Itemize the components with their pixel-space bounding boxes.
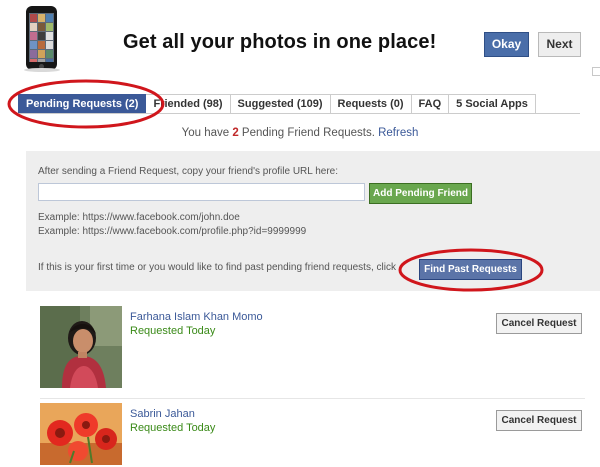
phone-thumbnail: [30, 23, 37, 31]
phone-shadow: [24, 68, 60, 72]
phone-thumbnail: [38, 32, 45, 40]
tab-social-apps[interactable]: 5 Social Apps: [449, 94, 536, 114]
scrollbar-corner: [592, 67, 600, 76]
phone-thumbnail: [46, 14, 53, 22]
phone-photo-grid: [29, 13, 54, 62]
profile-photo: [40, 306, 122, 388]
url-example-username: Example: https://www.facebook.com/john.d…: [38, 212, 240, 223]
phone-thumbnail: [30, 59, 37, 62]
next-button[interactable]: Next: [538, 32, 581, 57]
phone-app-illustration: [26, 6, 57, 70]
phone-thumbnail: [46, 41, 53, 49]
pending-status-prefix: You have: [181, 127, 233, 139]
phone-thumbnail: [38, 23, 45, 31]
request-status: Requested Today: [130, 422, 216, 434]
request-name[interactable]: Farhana Islam Khan Momo: [130, 311, 263, 323]
find-past-instruction: If this is your first time or you would …: [38, 262, 396, 273]
phone-thumbnail: [30, 50, 37, 58]
cancel-request-button[interactable]: Cancel Request: [496, 313, 582, 334]
request-row: Sabrin Jahan Requested Today Cancel Requ…: [40, 403, 585, 467]
tab-friended[interactable]: Friended (98): [146, 94, 231, 114]
phone-thumbnail: [46, 59, 53, 62]
request-row: Farhana Islam Khan Momo Requested Today …: [40, 306, 585, 390]
tab-bar-divider: [18, 113, 580, 114]
phone-thumbnail: [46, 23, 53, 31]
banner-headline: Get all your photos in one place!: [123, 31, 437, 53]
pending-status-line: You have 2 Pending Friend Requests. Refr…: [0, 127, 600, 139]
okay-button[interactable]: Okay: [484, 32, 529, 57]
phone-thumbnail: [38, 50, 45, 58]
add-pending-friend-button[interactable]: Add Pending Friend: [369, 183, 472, 204]
profile-url-input[interactable]: [38, 183, 365, 201]
pending-status-suffix: Pending Friend Requests.: [238, 127, 375, 139]
url-example-profile-id: Example: https://www.facebook.com/profil…: [38, 226, 307, 237]
tab-bar: Pending Requests (2) Friended (98) Sugge…: [18, 94, 536, 114]
find-past-requests-button[interactable]: Find Past Requests: [419, 259, 522, 280]
refresh-link[interactable]: Refresh: [378, 127, 418, 139]
avatar-sabrin[interactable]: [40, 403, 122, 465]
tab-requests[interactable]: Requests (0): [330, 94, 412, 114]
cancel-request-button[interactable]: Cancel Request: [496, 410, 582, 431]
tab-suggested[interactable]: Suggested (109): [230, 94, 331, 114]
add-pending-panel: After sending a Friend Request, copy you…: [26, 151, 600, 291]
phone-thumbnail: [38, 59, 45, 62]
avatar-farhana[interactable]: [40, 306, 122, 388]
request-name[interactable]: Sabrin Jahan: [130, 408, 195, 420]
phone-thumbnail: [46, 50, 53, 58]
phone-thumbnail: [30, 32, 37, 40]
request-status: Requested Today: [130, 325, 216, 337]
phone-thumbnail: [38, 14, 45, 22]
tab-faq[interactable]: FAQ: [411, 94, 450, 114]
tab-pending-requests[interactable]: Pending Requests (2): [18, 94, 147, 114]
profile-photo: [40, 403, 122, 465]
request-divider: [40, 398, 585, 399]
phone-thumbnail: [30, 41, 37, 49]
phone-thumbnail: [46, 32, 53, 40]
phone-thumbnail: [30, 14, 37, 22]
profile-url-instruction: After sending a Friend Request, copy you…: [38, 166, 339, 177]
phone-thumbnail: [38, 41, 45, 49]
